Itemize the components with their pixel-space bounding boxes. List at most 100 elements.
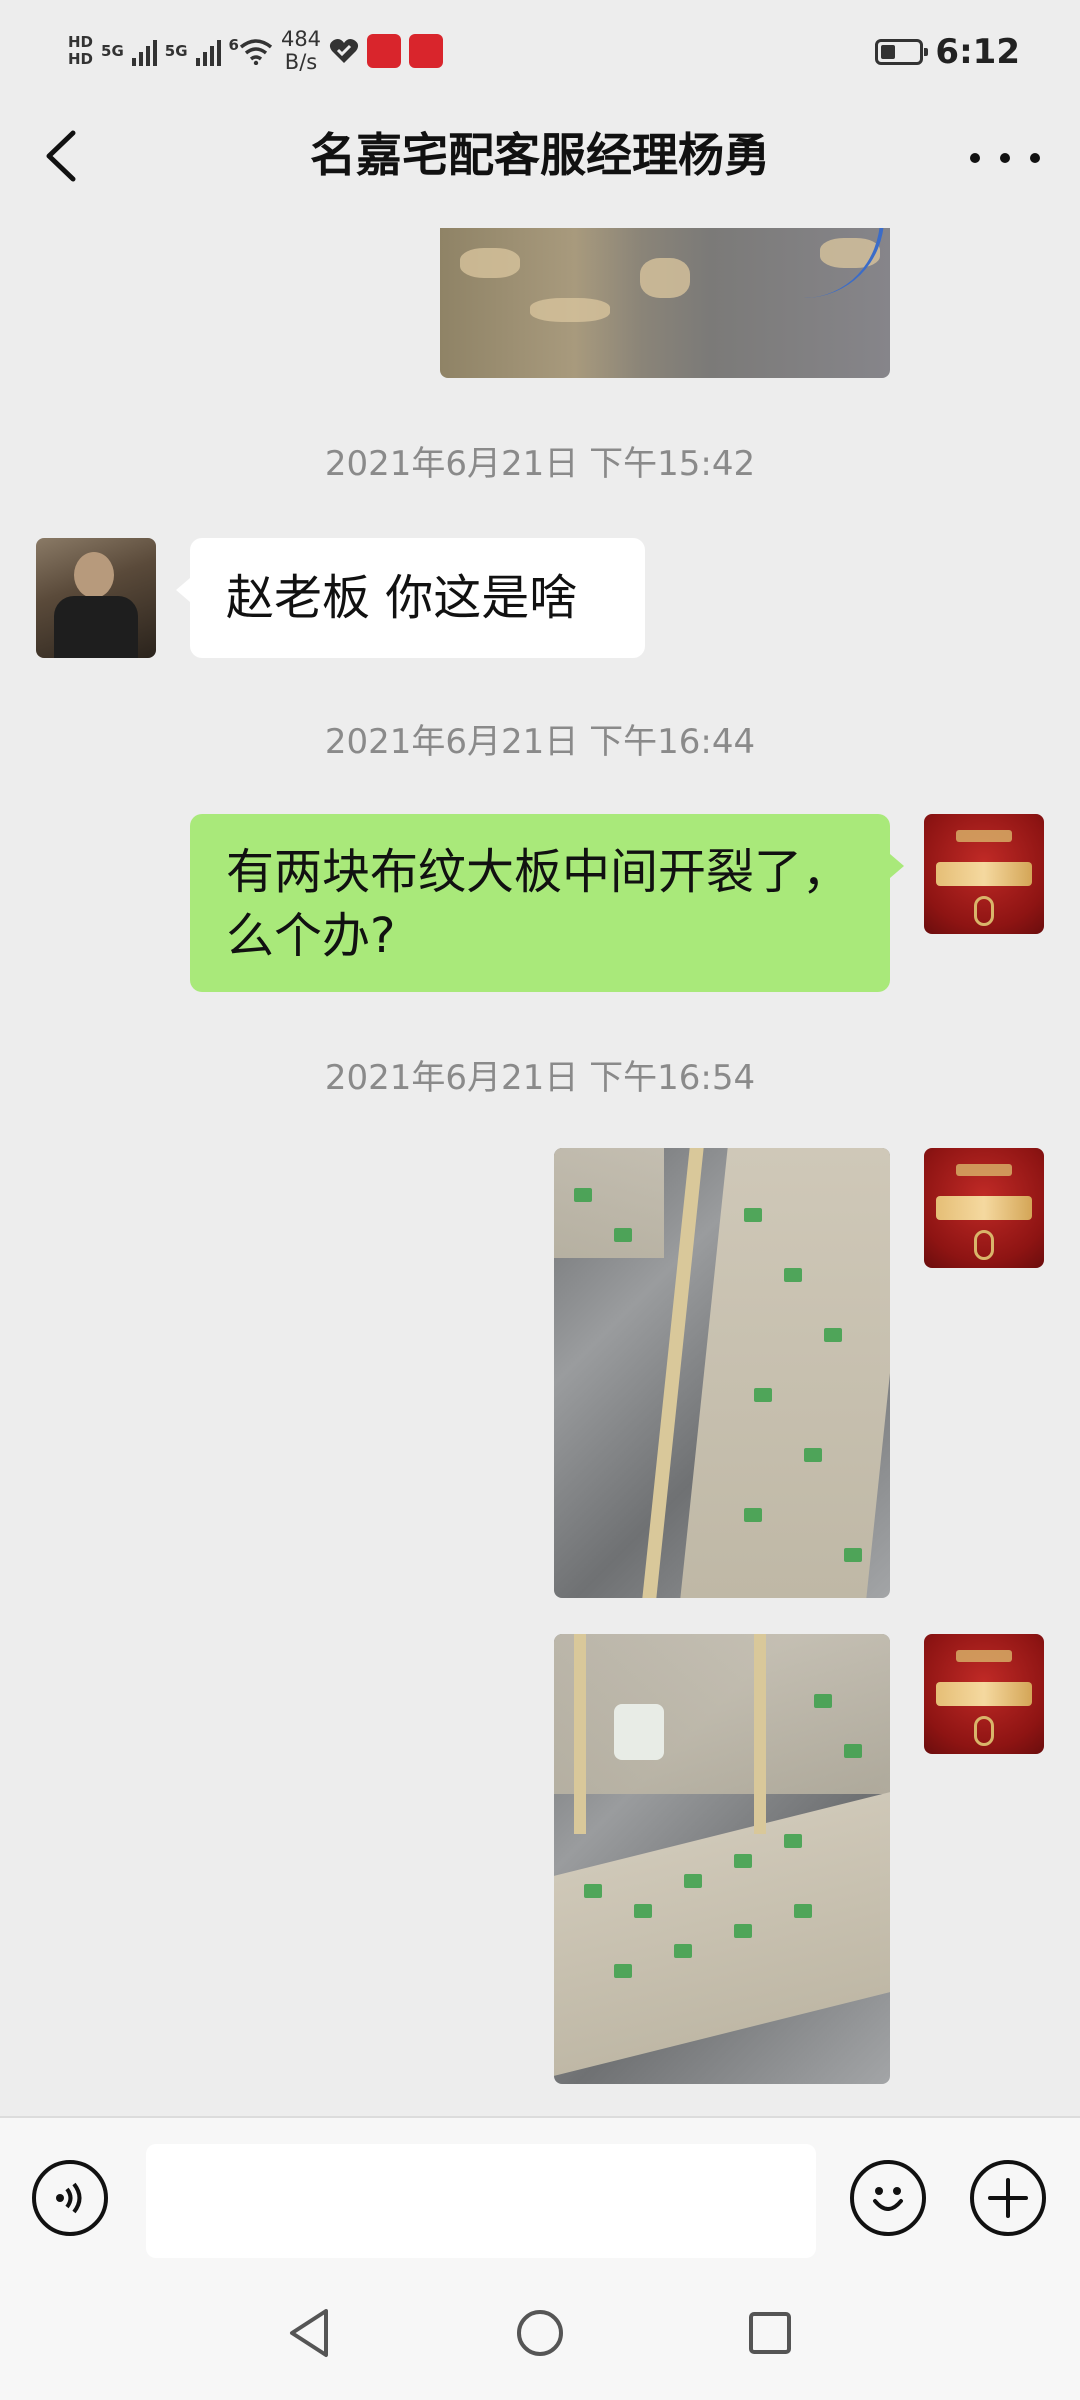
photo-detail [574,1634,586,1834]
more-button[interactable] [970,138,1040,178]
voice-button[interactable] [32,2160,108,2236]
photo-detail [584,1884,602,1898]
image-message[interactable] [554,1634,890,2084]
photo-detail [754,1388,772,1402]
message-bubble[interactable]: 有两块布纹大板中间开裂了， 么个办? [190,814,904,992]
back-button[interactable] [30,126,90,186]
signal-label-1: 5G [101,41,124,60]
emoji-button[interactable] [850,2160,926,2236]
photo-detail [784,1268,802,1282]
avatar-detail [974,896,994,926]
wifi-group: 6 [229,37,273,65]
status-right: 6:12 [875,28,1020,76]
photo-detail [844,1744,862,1758]
photo-detail [824,1328,842,1342]
image-message[interactable] [440,228,890,378]
message-list[interactable]: 2021年6月21日 下午15:42 赵老板 你这是啥 2021年6月21日 下… [0,228,1080,2116]
clock: 6:12 [935,32,1020,72]
nav-home-button[interactable] [505,2298,575,2368]
system-nav-bar [0,2268,1080,2400]
avatar-detail [974,1230,994,1260]
signal-icon [195,36,221,66]
nav-recents-button[interactable] [735,2298,805,2368]
photo-detail [734,1854,752,1868]
timestamp: 2021年6月21日 下午16:44 [324,722,756,762]
avatar[interactable] [36,538,156,658]
avatar-detail [956,1164,1012,1176]
image-message[interactable] [554,1148,890,1598]
timestamp: 2021年6月21日 下午16:54 [324,1058,756,1098]
home-circle-icon [517,2310,563,2356]
signal-label-2: 5G [164,41,188,60]
avatar-detail [956,830,1012,842]
status-bar: HD HD 5G 5G 6 484 B/s 6:12 [0,0,1080,100]
wifi-icon [239,39,273,65]
signal-icon [131,36,157,66]
recents-square-icon [749,2312,791,2354]
avatar-detail [936,1682,1032,1706]
message-input[interactable] [146,2144,816,2258]
photo-detail [640,258,690,298]
photo-detail [554,1792,890,2076]
avatar-detail [956,1650,1012,1662]
avatar-detail [936,1196,1032,1220]
photo-detail [554,1634,890,1794]
battery-icon [875,39,929,65]
avatar-detail [974,1716,994,1746]
photo-detail [674,1944,692,1958]
network-labels: HD HD [68,34,93,68]
chat-header: 名嘉宅配客服经理杨勇 [0,100,1080,228]
input-bar [0,2116,1080,2270]
back-triangle-icon [290,2309,328,2357]
photo-detail [744,1208,762,1222]
emoji-icon [873,2187,903,2211]
plus-icon [988,2178,1028,2218]
chevron-left-icon [46,130,76,182]
timestamp: 2021年6月21日 下午15:42 [324,444,756,484]
avatar-detail [936,862,1032,886]
message-text: 赵老板 你这是啥 [226,570,578,626]
photo-detail [574,1188,592,1202]
avatar[interactable] [924,1148,1044,1268]
photo-detail [530,298,610,322]
avatar[interactable] [924,814,1044,934]
avatar[interactable] [924,1634,1044,1754]
photo-detail [814,1694,832,1708]
photo-detail [634,1904,652,1918]
photo-detail [680,1148,890,1598]
message-text-line: 么个办? [226,908,396,964]
photo-detail [614,1964,632,1978]
photo-detail [614,1228,632,1242]
hd-label-2: HD [68,50,94,68]
speed-unit: B/s [284,50,318,74]
photo-detail [460,248,520,278]
more-icon-dot [1000,153,1010,163]
message-bubble[interactable]: 赵老板 你这是啥 [176,538,645,658]
photo-detail [614,1704,664,1760]
photo-detail [684,1874,702,1888]
wifi-gen-label: 6 [228,36,239,54]
app-badge-icon [367,34,402,68]
photo-detail [744,1508,762,1522]
nav-back-button[interactable] [274,2298,344,2368]
more-functions-button[interactable] [970,2160,1046,2236]
hd-label-1: HD [68,33,94,51]
avatar-body [54,596,138,658]
heart-icon [329,39,359,63]
voice-icon [56,2182,82,2214]
photo-detail [784,1834,802,1848]
speed-value: 484 [280,27,322,51]
avatar-head [74,552,114,598]
message-text-line: 有两块布纹大板中间开裂了， [226,844,851,900]
photo-detail [794,1904,812,1918]
app-badge-icon [409,34,444,68]
photo-detail [844,1548,862,1562]
status-left: HD HD 5G 5G 6 484 B/s [68,26,444,76]
photo-detail [754,1634,766,1834]
net-speed: 484 B/s [281,28,321,74]
photo-detail [804,1448,822,1462]
more-icon [970,153,980,163]
chat-title: 名嘉宅配客服经理杨勇 [310,128,770,182]
photo-detail [554,1148,664,1258]
photo-detail [734,1924,752,1938]
